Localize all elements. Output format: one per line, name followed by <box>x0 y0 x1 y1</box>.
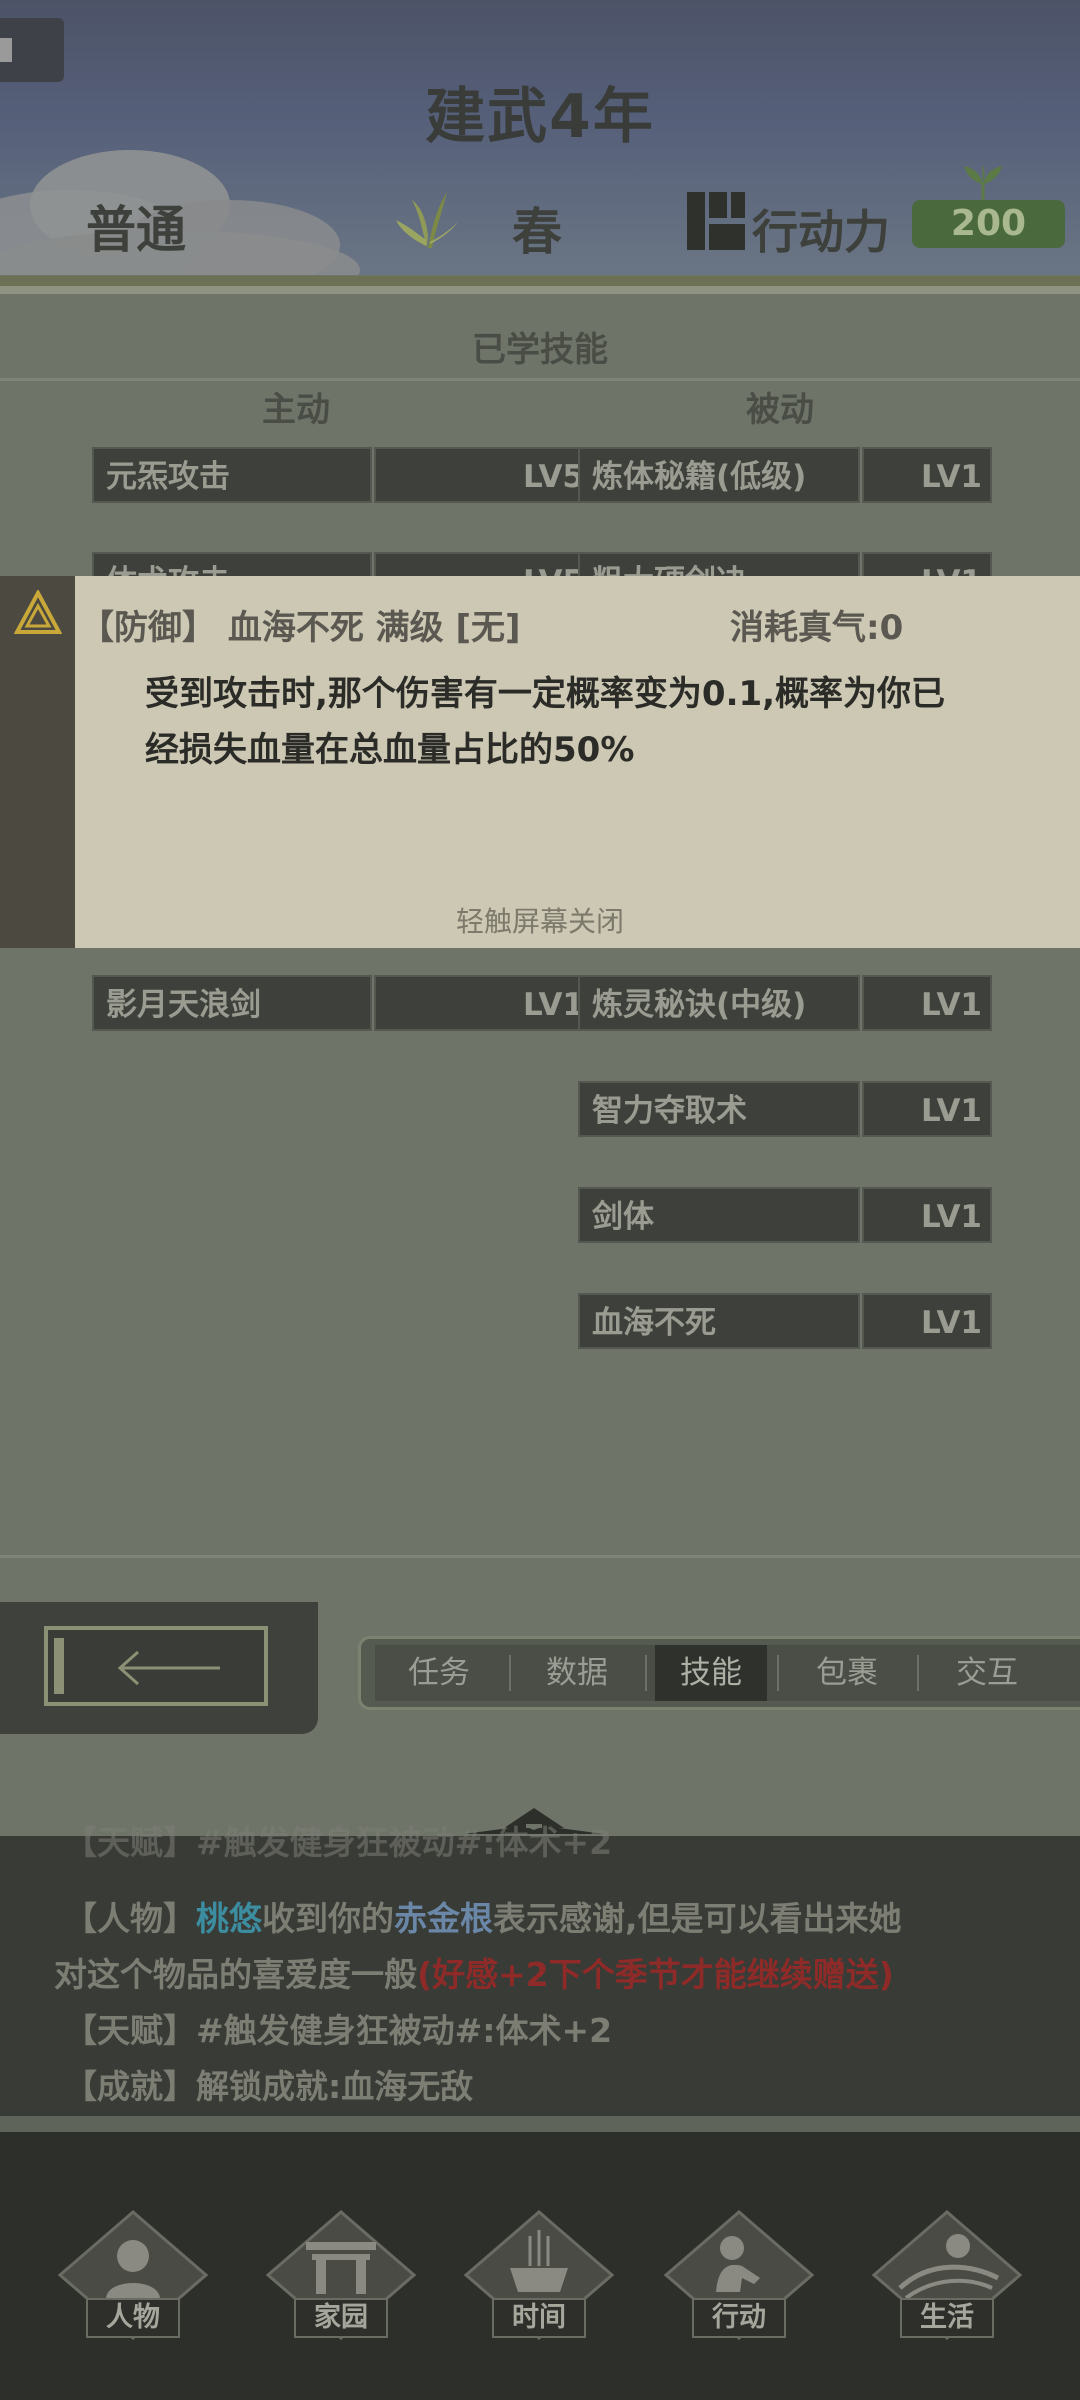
nav-time-button[interactable]: 时间 <box>462 2208 616 2342</box>
description-line: 经损失血量在总血量占比的50% <box>145 730 635 770</box>
skills-divider <box>0 378 1080 381</box>
nav-label: 人物 <box>86 2298 180 2338</box>
item-name: 赤金根 <box>394 1899 493 1938</box>
skill-level: LV1 <box>862 1293 992 1349</box>
nav-life-button[interactable]: 生活 <box>870 2208 1024 2342</box>
nav-label: 家园 <box>294 2298 388 2338</box>
passive-skills-header: 被动 <box>746 390 814 430</box>
skill-level: LV1 <box>374 975 594 1031</box>
log-tag: 【人物】 <box>64 1899 196 1938</box>
action-points-value: 200 <box>912 200 1065 248</box>
panel-divider <box>0 1555 1080 1558</box>
log-entry-partial: 【天赋】#触发健身狂被动#:体术+2 <box>64 1823 613 1862</box>
season-label: 春 <box>512 203 562 261</box>
year-title: 建武4年 <box>425 82 655 152</box>
tab-tasks[interactable]: 任务 <box>375 1645 503 1701</box>
nav-label: 时间 <box>492 2298 586 2338</box>
log-entry: 【人物】桃悠收到你的赤金根表示感谢,但是可以看出来她 <box>64 1892 902 1940</box>
event-log[interactable]: 【天赋】#触发健身狂被动#:体术+2 【人物】桃悠收到你的赤金根表示感谢,但是可… <box>0 1823 1080 2116</box>
popup-skill-cost: 消耗真气:0 <box>730 608 904 648</box>
tab-inventory[interactable]: 包裹 <box>783 1645 911 1701</box>
nav-label: 行动 <box>692 2298 786 2338</box>
npc-name: 桃悠 <box>196 1899 262 1938</box>
skill-level: LV1 <box>862 1081 992 1137</box>
nav-character-button[interactable]: 人物 <box>56 2208 210 2342</box>
warning-triangle-icon <box>14 590 62 634</box>
tab-separator <box>509 1655 511 1691</box>
tab-interact[interactable]: 交互 <box>923 1645 1051 1701</box>
active-skills-header: 主动 <box>262 390 330 430</box>
popup-skill-description: 受到攻击时,那个伤害有一定概率变为0.1,概率为你已 经损失血量在总血量占比的5… <box>145 666 1025 778</box>
log-text: 表示感谢,但是可以看出来她 <box>493 1899 902 1938</box>
tab-bar: 任务 数据 技能 包裹 交互 <box>358 1636 1080 1710</box>
season-plant-icon <box>396 192 458 248</box>
skill-level: LV5 <box>374 447 594 503</box>
skill-name: 血海不死 <box>578 1293 860 1349</box>
skill-name: 炼体秘籍(低级) <box>578 447 860 503</box>
skill-level: LV1 <box>862 975 992 1031</box>
action-points-icon <box>687 192 745 250</box>
tab-separator <box>917 1655 919 1691</box>
skill-name: 元炁攻击 <box>92 447 372 503</box>
difficulty-label: 普通 <box>86 201 186 259</box>
log-text: 对这个物品的喜爱度一般 <box>54 1955 417 1994</box>
arrow-left-icon <box>117 1650 220 1686</box>
back-button[interactable] <box>44 1626 268 1706</box>
log-entry: 【成就】解锁成就:血海无敌 <box>64 2067 474 2106</box>
popup-skill-header: 【防御】 血海不死 满级 [无] <box>80 608 521 648</box>
tab-separator <box>777 1655 779 1691</box>
log-entry-continued: 对这个物品的喜爱度一般(好感+2下个季节才能继续赠送) <box>54 1948 894 1996</box>
log-divider <box>0 2116 1080 2132</box>
skill-level: LV1 <box>862 447 992 503</box>
skill-name: 智力夺取术 <box>578 1081 860 1137</box>
skills-title: 已学技能 <box>472 330 608 370</box>
back-button-accent <box>54 1638 64 1694</box>
affection-note: (好感+2下个季节才能继续赠送) <box>417 1955 894 1994</box>
skill-name: 影月天浪剑 <box>92 975 372 1031</box>
skill-name: 剑体 <box>578 1187 860 1243</box>
header-divider <box>0 276 1080 286</box>
nav-action-button[interactable]: 行动 <box>662 2208 816 2342</box>
skill-name: 炼灵秘诀(中级) <box>578 975 860 1031</box>
nav-label: 生活 <box>900 2298 994 2338</box>
log-text: 收到你的 <box>262 1899 394 1938</box>
action-points-label: 行动力 <box>752 205 890 259</box>
tap-to-close-hint: 轻触屏幕关闭 <box>455 905 624 938</box>
description-line: 受到攻击时,那个伤害有一定概率变为0.1,概率为你已 <box>145 674 946 714</box>
header-divider-lower <box>0 286 1080 294</box>
nav-home-button[interactable]: 家园 <box>264 2208 418 2342</box>
tab-separator <box>645 1655 647 1691</box>
log-entry: 【天赋】#触发健身狂被动#:体术+2 <box>64 2011 613 2050</box>
tab-data[interactable]: 数据 <box>513 1645 641 1701</box>
skill-level: LV1 <box>862 1187 992 1243</box>
skill-detail-popup[interactable]: 【防御】 血海不死 满级 [无] 消耗真气:0 受到攻击时,那个伤害有一定概率变… <box>0 576 1080 948</box>
tab-skills[interactable]: 技能 <box>655 1645 767 1701</box>
sprout-icon <box>964 164 1002 202</box>
